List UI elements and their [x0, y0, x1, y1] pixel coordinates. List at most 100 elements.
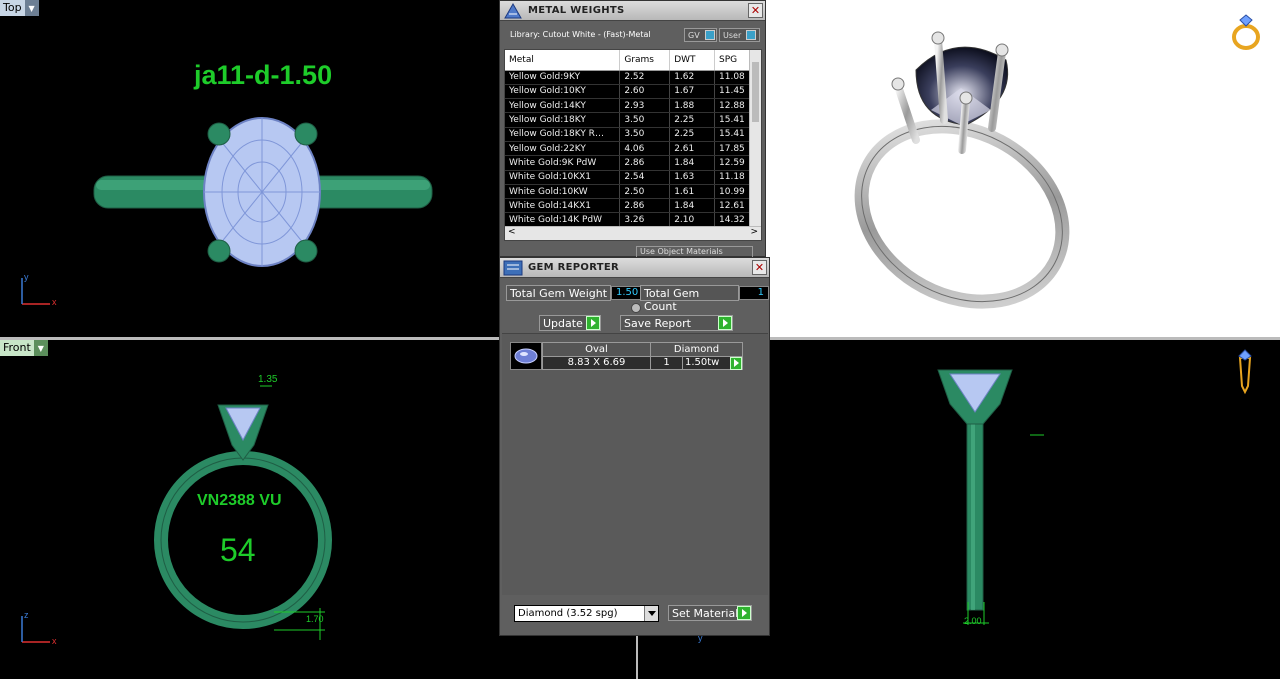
save-report-button-label: Save Report — [624, 316, 691, 330]
table-cell: 15.41 — [714, 112, 750, 128]
table-cell: 12.61 — [714, 198, 750, 214]
table-row[interactable]: White Gold:14KX1 2.86 1.84 12.61 — [505, 198, 750, 214]
play-icon — [586, 316, 600, 330]
oval-gem-icon — [510, 342, 542, 370]
play-icon[interactable] — [730, 356, 742, 370]
pendant-icon[interactable] — [1234, 348, 1256, 396]
table-row[interactable]: Yellow Gold:22KY 4.06 2.61 17.85 — [505, 141, 750, 157]
total-gem-weight-value: 1.50 — [611, 286, 642, 300]
material-select-value: Diamond (3.52 spg) — [518, 608, 618, 619]
table-cell: 11.18 — [714, 170, 750, 185]
panel-title-bar[interactable]: GEM REPORTER ✕ — [500, 258, 769, 278]
table-cell: 1.67 — [669, 84, 715, 100]
engraving-text-label: VN2388 VU — [197, 492, 282, 509]
perspective-viewport[interactable] — [765, 0, 1280, 337]
table-row[interactable]: White Gold:10KX1 2.54 1.63 11.18 — [505, 170, 750, 185]
table-cell: 11.08 — [714, 70, 750, 85]
collapse-toggle-icon[interactable] — [631, 303, 641, 313]
top-viewport[interactable]: Top ▼ ja11-d-1.50 x y — [0, 0, 498, 337]
table-cell: Yellow Gold:22KY — [505, 141, 621, 157]
table-cell: Yellow Gold:14KY — [505, 98, 621, 114]
play-icon — [737, 606, 751, 620]
table-cell: 2.25 — [669, 127, 715, 142]
table-cell: 1.61 — [669, 184, 715, 200]
vertical-scrollbar[interactable] — [749, 50, 761, 228]
gv-toggle-label: GV — [688, 30, 700, 40]
table-cell: 2.54 — [619, 170, 671, 185]
table-cell: 2.50 — [619, 184, 671, 200]
update-button-label: Update — [543, 316, 583, 330]
table-row[interactable]: Yellow Gold:18KY 3.50 2.25 15.41 — [505, 112, 750, 128]
perspective-ring-render — [854, 31, 1070, 309]
table-cell: 2.52 — [619, 70, 671, 85]
library-label: Library: Cutout White - (Fast)-Metal — [510, 30, 651, 39]
table-row[interactable]: White Gold:9K PdW 2.86 1.84 12.59 — [505, 155, 750, 171]
table-cell: 2.61 — [669, 141, 715, 157]
table-cell: Yellow Gold:18KY — [505, 112, 621, 128]
horizontal-scrollbar[interactable]: < > — [505, 226, 761, 240]
save-report-button[interactable]: Save Report — [620, 315, 733, 331]
material-bar: Diamond (3.52 spg) Set Material — [502, 598, 768, 622]
metal-table[interactable]: Metal Grams DWT SPG Yellow Gold:9KY 2.52 1… — [504, 49, 762, 241]
total-gem-weight-field: Total Gem Weight 1.50 — [506, 285, 642, 301]
play-icon — [718, 316, 732, 330]
table-row[interactable]: Yellow Gold:18KY R… 3.50 2.25 15.41 — [505, 127, 750, 142]
table-cell: White Gold:9K PdW — [505, 155, 621, 171]
metal-weights-panel[interactable]: METAL WEIGHTS ✕ Library: Cutout White - … — [499, 0, 766, 260]
gem-weight-value: 1.50tw — [685, 357, 720, 369]
column-header-spg[interactable]: SPG — [714, 50, 750, 71]
ring-size-label: 54 — [220, 532, 256, 568]
panel-title-bar[interactable]: METAL WEIGHTS ✕ — [500, 1, 765, 21]
table-cell: 2.86 — [619, 155, 671, 171]
gem-reporter-panel[interactable]: GEM REPORTER ✕ Total Gem Weight 1.50 Tot… — [499, 257, 770, 636]
table-cell: White Gold:10KW — [505, 184, 621, 200]
column-header-grams[interactable]: Grams — [619, 50, 671, 71]
ring-icon[interactable] — [1228, 12, 1264, 52]
list-item[interactable]: Oval Diamond 8.83 X 6.69 1 1.50tw — [510, 342, 743, 370]
toggle-indicator — [746, 30, 757, 40]
table-row[interactable]: White Gold:10KW 2.50 1.61 10.99 — [505, 184, 750, 200]
table-row[interactable]: Yellow Gold:9KY 2.52 1.62 11.08 — [505, 70, 750, 85]
gem-count: 1 — [650, 355, 683, 370]
scrollbar-thumb[interactable] — [752, 62, 759, 122]
material-select[interactable]: Diamond (3.52 spg) — [514, 605, 659, 622]
panel-title: GEM REPORTER — [528, 262, 620, 273]
set-material-button[interactable]: Set Material — [668, 605, 752, 621]
table-row[interactable]: Yellow Gold:14KY 2.93 1.88 12.88 — [505, 98, 750, 114]
scroll-left-icon[interactable]: < — [508, 227, 516, 237]
column-header-dwt[interactable]: DWT — [669, 50, 715, 71]
table-cell: 11.45 — [714, 84, 750, 100]
close-icon[interactable]: ✕ — [752, 260, 767, 275]
gem-weight[interactable]: 1.50tw — [682, 355, 743, 370]
table-row[interactable]: Yellow Gold:10KY 2.60 1.67 11.45 — [505, 84, 750, 100]
table-cell: 1.88 — [669, 98, 715, 114]
toggle-indicator — [704, 30, 715, 40]
table-cell: White Gold:14KX1 — [505, 198, 621, 214]
table-cell: 1.84 — [669, 155, 715, 171]
table-cell: 3.50 — [619, 112, 671, 128]
gem-shape: Oval — [542, 342, 651, 357]
table-cell: 2.86 — [619, 198, 671, 214]
total-gem-count-field: Total Gem Count 1 — [640, 285, 769, 313]
update-button[interactable]: Update — [539, 315, 601, 331]
table-cell: Yellow Gold:9KY — [505, 70, 621, 85]
table-cell: 2.60 — [619, 84, 671, 100]
table-cell: Yellow Gold:18KY R… — [505, 127, 621, 142]
column-header-metal[interactable]: Metal — [505, 50, 621, 71]
axis-x-label: x — [52, 297, 57, 307]
table-cell: 15.41 — [714, 127, 750, 142]
table-cell: 3.50 — [619, 127, 671, 142]
chevron-down-icon[interactable] — [644, 606, 658, 621]
user-toggle[interactable]: User — [719, 28, 760, 42]
close-icon[interactable]: ✕ — [748, 3, 763, 18]
gv-toggle[interactable]: GV — [684, 28, 717, 42]
dimension-bottom-label: 1.70 — [306, 614, 324, 624]
table-cell: White Gold:10KX1 — [505, 170, 621, 185]
total-gem-count-label: Total Gem Count — [640, 285, 740, 313]
axis-y-label: y — [24, 272, 29, 282]
gem-list[interactable]: Oval Diamond 8.83 X 6.69 1 1.50tw — [502, 333, 768, 595]
dimension-top-label: 1.35 — [258, 374, 278, 385]
table-cell: 1.63 — [669, 170, 715, 185]
scroll-right-icon[interactable]: > — [750, 227, 758, 237]
table-cell: 10.99 — [714, 184, 750, 200]
